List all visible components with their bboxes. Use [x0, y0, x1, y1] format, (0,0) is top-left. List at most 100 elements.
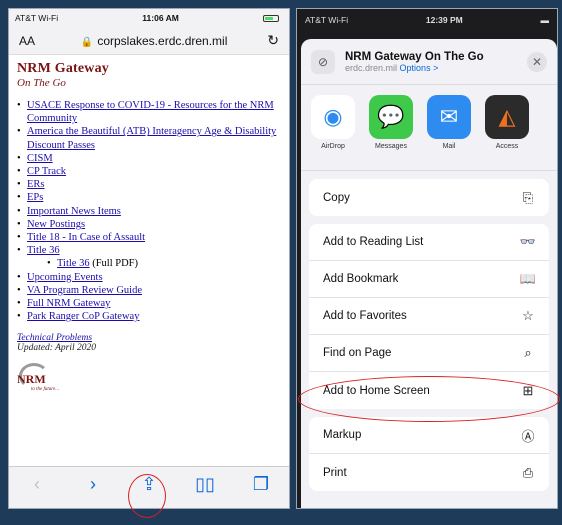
- messages-icon: 💬: [369, 95, 413, 139]
- tabs-icon[interactable]: ❐: [246, 474, 276, 495]
- logo-text: NRM: [17, 372, 46, 387]
- options-link[interactable]: Options >: [400, 63, 439, 73]
- share-title: NRM Gateway On The Go: [345, 50, 484, 63]
- right-phone-screen: AT&T Wi-Fi 12:39 PM ▬ ⊘ NRM Gateway On T…: [296, 8, 558, 509]
- mail-icon: ✉: [427, 95, 471, 139]
- url-bar[interactable]: AA 🔒 corpslakes.erdc.dren.mil ↻: [9, 27, 289, 55]
- lock-icon: 🔒: [80, 36, 94, 48]
- page-link[interactable]: VA Program Review Guide: [27, 285, 142, 296]
- page-link[interactable]: ERs: [27, 179, 45, 190]
- link-list-item: CP Track: [17, 165, 281, 178]
- link-list-item: EPs: [17, 191, 281, 204]
- page-link[interactable]: USACE Response to COVID-19 - Resources f…: [27, 100, 274, 124]
- technical-problems-link[interactable]: Technical Problems: [17, 333, 92, 343]
- page-link[interactable]: CP Track: [27, 166, 66, 177]
- action-label: Copy: [323, 191, 350, 204]
- clock: 11:06 AM: [142, 13, 179, 23]
- share-app-airdrop[interactable]: ◉ AirDrop: [311, 95, 355, 170]
- back-icon[interactable]: ‹: [22, 474, 52, 495]
- carrier-label: AT&T Wi-Fi: [15, 13, 59, 23]
- link-list-item: New Postings: [17, 218, 281, 231]
- page-link[interactable]: EPs: [27, 192, 43, 203]
- nrm-logo: NRM to the future...: [17, 363, 97, 397]
- action-label: Find on Page: [323, 347, 392, 359]
- page-link[interactable]: Full NRM Gateway: [27, 298, 110, 309]
- page-link[interactable]: New Postings: [27, 219, 85, 230]
- action-add-to-favorites[interactable]: Add to Favorites ☆: [309, 298, 549, 335]
- markup-icon: Ⓐ: [521, 428, 535, 444]
- share-button-highlight: [128, 474, 166, 518]
- action-print[interactable]: Print ⎙: [309, 454, 549, 491]
- share-app-mail[interactable]: ✉ Mail: [427, 95, 471, 170]
- share-app-access[interactable]: ◭ Access: [485, 95, 529, 170]
- status-bar: AT&T Wi-Fi 11:06 AM: [9, 9, 289, 27]
- share-app-label: Messages: [375, 143, 407, 150]
- status-bar: AT&T Wi-Fi 12:39 PM ▬: [297, 9, 557, 31]
- carrier-label: AT&T Wi-Fi: [305, 15, 349, 25]
- bookmarks-icon[interactable]: ▯▯: [190, 474, 220, 495]
- action-add-bookmark[interactable]: Add Bookmark 📖: [309, 261, 549, 298]
- action-label: Add to Favorites: [323, 310, 407, 322]
- battery-icon: [262, 14, 279, 22]
- share-app-label: Mail: [442, 143, 456, 150]
- app-row: ◉ AirDrop 💬 Messages ✉ Mail ◭ Access: [301, 85, 557, 171]
- compass-icon: ⊘: [311, 49, 335, 74]
- reload-icon[interactable]: ↻: [267, 32, 279, 49]
- action-group-extras: Markup Ⓐ Print ⎙: [309, 417, 549, 491]
- action-group-copy: Copy ⎘: [309, 179, 549, 216]
- share-app-label: AirDrop: [321, 143, 345, 150]
- share-sheet-header: ⊘ NRM Gateway On The Go erdc.dren.mil Op…: [301, 39, 557, 85]
- forward-icon[interactable]: ›: [78, 474, 108, 495]
- page-link[interactable]: Important News Items: [27, 206, 121, 217]
- page-subtitle: On The Go: [17, 77, 66, 89]
- action-copy[interactable]: Copy ⎘: [309, 179, 549, 216]
- address-text: corpslakes.erdc.dren.mil: [97, 33, 228, 48]
- address-field[interactable]: 🔒 corpslakes.erdc.dren.mil: [41, 34, 267, 48]
- link-list-item: Title 36: [17, 244, 281, 257]
- action-add-to-reading-list[interactable]: Add to Reading List 👓: [309, 224, 549, 261]
- link-list-item: Upcoming Events: [17, 271, 281, 284]
- share-app-messages[interactable]: 💬 Messages: [369, 95, 413, 170]
- add-to-reading-list-icon: 👓: [519, 234, 537, 249]
- link-list: USACE Response to COVID-19 - Resources f…: [17, 99, 281, 324]
- link-list-item: Park Ranger CoP Gateway: [17, 310, 281, 323]
- link-list-item: Title 18 - In Case of Assault: [17, 231, 281, 244]
- airdrop-icon: ◉: [311, 95, 355, 139]
- close-icon[interactable]: ✕: [527, 51, 547, 72]
- reader-options-button[interactable]: AA: [19, 34, 41, 48]
- page-link[interactable]: Upcoming Events: [27, 272, 103, 283]
- add-bookmark-icon: 📖: [519, 271, 537, 286]
- action-label: Add to Reading List: [323, 236, 424, 248]
- share-domain: erdc.dren.mil: [345, 62, 398, 73]
- page-link[interactable]: CISM: [27, 153, 53, 164]
- link-list-item: Full NRM Gateway: [17, 297, 281, 310]
- link-list-item: USACE Response to COVID-19 - Resources f…: [17, 99, 281, 125]
- link-list-item: ERs: [17, 178, 281, 191]
- link-list-item: VA Program Review Guide: [17, 284, 281, 297]
- action-find-on-page[interactable]: Find on Page ⌕: [309, 335, 549, 372]
- link-list-item: America the Beautiful (ATB) Interagency …: [17, 125, 281, 151]
- page-link[interactable]: Title 18 - In Case of Assault: [27, 232, 145, 243]
- updated-note: Updated: April 2020: [17, 343, 96, 354]
- link-list-item: CISM: [17, 152, 281, 165]
- add-to-favorites-icon: ☆: [522, 308, 534, 323]
- add-to-home-screen-highlight: [298, 376, 560, 422]
- page-link[interactable]: Park Ranger CoP Gateway: [27, 311, 139, 322]
- action-label: Print: [323, 466, 347, 479]
- action-label: Markup: [323, 429, 362, 441]
- page-link[interactable]: America the Beautiful (ATB) Interagency …: [27, 126, 276, 150]
- print-icon: ⎙: [522, 464, 534, 480]
- share-app-label: Access: [495, 143, 519, 150]
- left-phone-screen: AT&T Wi-Fi 11:06 AM AA 🔒 corpslakes.erdc.…: [8, 8, 290, 509]
- page-link[interactable]: Title 36: [57, 258, 90, 269]
- page-link[interactable]: Title 36: [27, 245, 60, 256]
- find-on-page-icon: ⌕: [524, 345, 532, 360]
- battery-icon: ▬: [540, 15, 549, 25]
- action-markup[interactable]: Markup Ⓐ: [309, 417, 549, 454]
- clock: 12:39 PM: [425, 15, 463, 25]
- link-note: (Full PDF): [89, 258, 139, 270]
- action-label: Add Bookmark: [323, 273, 399, 285]
- web-content: NRM Gateway On The Go USACE Response to …: [9, 55, 289, 403]
- copy-icon: ⎘: [522, 189, 534, 205]
- logo-tagline: to the future...: [31, 387, 60, 393]
